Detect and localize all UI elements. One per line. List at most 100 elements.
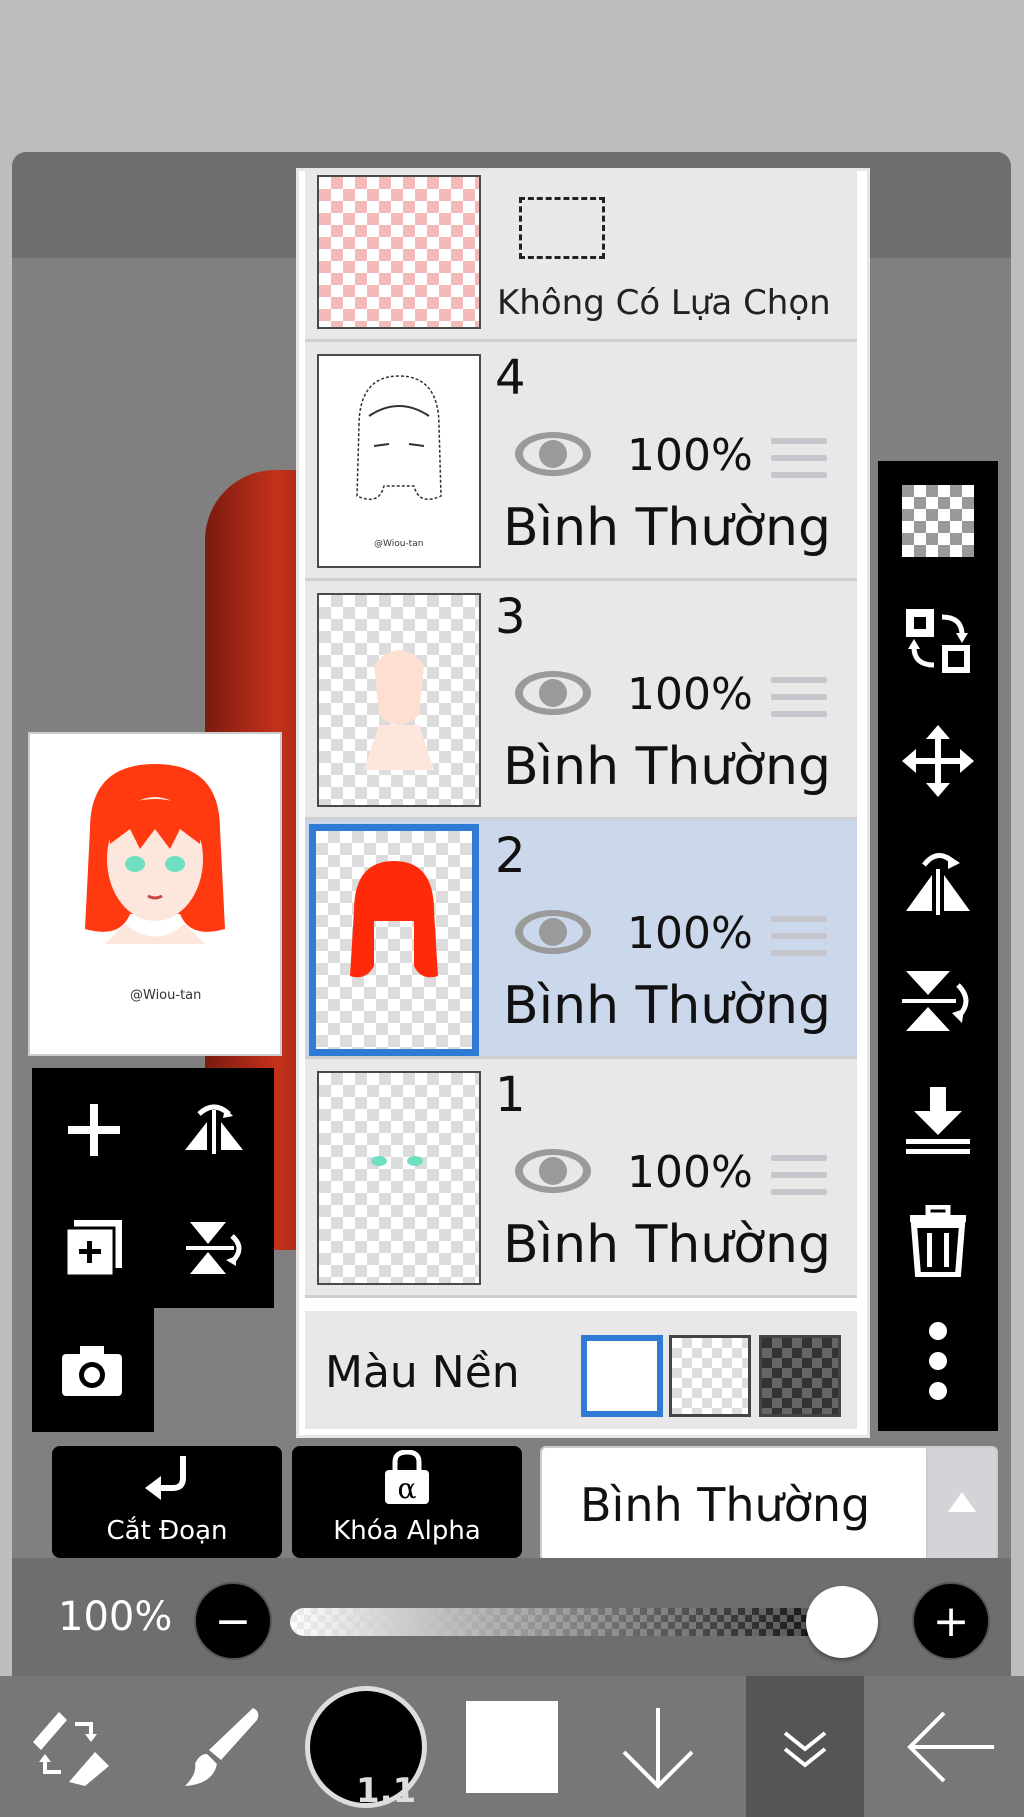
clipping-arrow-icon — [145, 1456, 186, 1500]
alpha-symbol: α — [398, 1472, 417, 1505]
background-dark-checker-swatch[interactable] — [759, 1335, 841, 1417]
alpha-lock-label: Khóa Alpha — [333, 1516, 481, 1546]
plus-icon — [68, 1104, 120, 1156]
layer-row-1[interactable]: 1 100% Bình Thường — [305, 1059, 857, 1298]
move-icon — [902, 725, 974, 797]
duplicate-layer-icon — [64, 1220, 122, 1278]
drag-handle-icon[interactable] — [771, 1155, 827, 1199]
background-color-row: Màu Nền — [305, 1311, 857, 1429]
brush-tool-button[interactable] — [150, 1676, 290, 1817]
blend-mode-value: Bình Thường — [580, 1478, 871, 1532]
layers-menu-button[interactable] — [746, 1676, 864, 1817]
selection-layer-row[interactable]: Không Có Lựa Chọn — [305, 171, 857, 342]
double-chevron-down-icon — [783, 1730, 827, 1768]
flip-vertical-button[interactable] — [896, 959, 980, 1043]
layer-thumbnail-2 — [309, 824, 479, 1056]
svg-text:@Wiou-tan: @Wiou-tan — [374, 539, 423, 549]
layer-row-4[interactable]: @Wiou-tan 4 100% Bình Thường — [305, 342, 857, 581]
selection-layer-label: Không Có Lựa Chọn — [497, 283, 831, 323]
blend-mode-dropdown-button[interactable] — [926, 1446, 998, 1562]
flip-horizontal-icon — [906, 853, 970, 915]
color-picker-button[interactable] — [442, 1676, 582, 1817]
opacity-value-label: 100% — [58, 1594, 173, 1640]
trash-icon — [910, 1205, 966, 1277]
arrow-left-icon — [907, 1711, 994, 1782]
flip-vertical-layer-button[interactable] — [174, 1208, 254, 1288]
drag-handle-icon[interactable] — [771, 677, 827, 721]
canvas-preview[interactable]: @Wiou-tan — [28, 732, 282, 1056]
svg-text:@Wiou-tan: @Wiou-tan — [130, 988, 201, 1003]
current-color-swatch — [466, 1700, 558, 1793]
background-color-label: Màu Nền — [325, 1347, 520, 1398]
camera-icon — [62, 1346, 122, 1396]
flip-horizontal-button[interactable] — [896, 839, 980, 923]
layer-blend-4: Bình Thường — [503, 498, 832, 558]
right-layer-toolbar — [878, 461, 998, 1431]
selection-marquee-icon — [519, 197, 605, 259]
add-layer-copy-button[interactable] — [54, 1208, 134, 1288]
layer-row-2[interactable]: 2 100% Bình Thường — [305, 820, 857, 1059]
brush-eraser-switch-icon — [33, 1711, 109, 1786]
layer-name-4: 4 — [495, 350, 526, 406]
tool-switch-button[interactable] — [0, 1676, 140, 1817]
add-layer-button[interactable] — [54, 1090, 134, 1170]
back-button[interactable] — [880, 1676, 1020, 1817]
more-options-button[interactable] — [896, 1319, 980, 1403]
transparent-fill-button[interactable] — [896, 479, 980, 563]
swap-layer-button[interactable] — [896, 599, 980, 683]
camera-import-button[interactable] — [52, 1330, 132, 1410]
opacity-decrease-button[interactable]: − — [194, 1582, 272, 1660]
flip-horizontal-layer-button[interactable] — [174, 1090, 254, 1170]
delete-layer-button[interactable] — [896, 1199, 980, 1283]
triangle-up-icon — [948, 1492, 976, 1512]
layer-blend-1: Bình Thường — [503, 1215, 832, 1275]
merge-down-icon — [906, 1087, 970, 1154]
layer-down-button[interactable] — [588, 1676, 728, 1817]
merge-down-button[interactable] — [896, 1079, 980, 1163]
more-vertical-icon — [929, 1322, 947, 1400]
layer-blend-2: Bình Thường — [503, 976, 832, 1036]
left-layer-tools-lower — [32, 1308, 154, 1432]
selection-layer-thumbnail — [317, 175, 481, 329]
layer-opacity-1: 100% — [627, 1147, 753, 1198]
arrow-down-icon — [622, 1707, 694, 1789]
flip-horizontal-icon — [185, 1104, 243, 1154]
brush-size-value: 1.1 — [356, 1770, 417, 1811]
background-transparent-swatch[interactable] — [669, 1335, 751, 1417]
layer-thumbnail-4: @Wiou-tan — [317, 354, 481, 568]
layer-opacity-control: 100% − + — [12, 1558, 1011, 1676]
visibility-eye-icon[interactable] — [513, 669, 593, 717]
visibility-eye-icon[interactable] — [513, 430, 593, 478]
brush-icon — [185, 1707, 259, 1786]
opacity-slider-knob[interactable] — [806, 1586, 878, 1658]
opacity-slider-checker — [290, 1608, 866, 1636]
layer-thumbnail-1 — [317, 1071, 481, 1285]
checkerboard-icon — [902, 485, 974, 557]
flip-vertical-icon — [902, 971, 969, 1031]
flip-vertical-icon — [186, 1222, 242, 1274]
layer-thumbnail-3 — [317, 593, 481, 807]
clipping-button[interactable]: Cắt Đoạn — [52, 1446, 282, 1558]
left-layer-tools — [32, 1068, 274, 1308]
drag-handle-icon[interactable] — [771, 916, 827, 960]
layer-name-1: 1 — [495, 1067, 526, 1123]
layer-blend-3: Bình Thường — [503, 737, 832, 797]
clipping-label: Cắt Đoạn — [106, 1516, 228, 1546]
layer-row-3[interactable]: 3 100% Bình Thường — [305, 581, 857, 820]
visibility-eye-icon[interactable] — [513, 908, 593, 956]
opacity-increase-button[interactable]: + — [912, 1582, 990, 1660]
visibility-eye-icon[interactable] — [513, 1147, 593, 1195]
blend-mode-select[interactable]: Bình Thường — [540, 1446, 930, 1562]
brush-size-circle: 1.1 — [305, 1685, 427, 1811]
alpha-lock-button[interactable]: α Khóa Alpha — [292, 1446, 522, 1558]
background-white-swatch[interactable] — [581, 1335, 663, 1417]
layer-opacity-4: 100% — [627, 430, 753, 481]
lineart-thumbnail-image: @Wiou-tan — [356, 375, 442, 549]
drag-handle-icon[interactable] — [771, 438, 827, 482]
brush-size-button[interactable]: 1.1 — [296, 1676, 436, 1817]
layer-name-2: 2 — [495, 828, 526, 884]
eyes-thumbnail-image — [371, 1156, 423, 1166]
preview-artwork: @Wiou-tan — [85, 764, 225, 1003]
layer-opacity-2: 100% — [627, 908, 753, 959]
move-layer-button[interactable] — [896, 719, 980, 803]
